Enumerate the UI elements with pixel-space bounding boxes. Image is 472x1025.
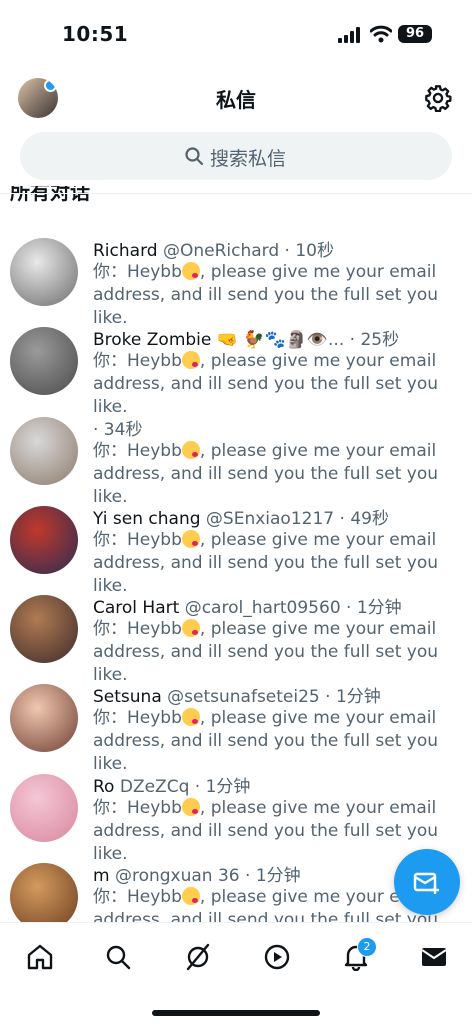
contact-avatar[interactable] [10, 416, 78, 485]
contact-name: Carol Hart [93, 598, 180, 619]
contact-name: Yi sen chang [93, 508, 201, 529]
notification-badge: 2 [357, 937, 377, 957]
conversation-header: Ro DZeZCq · 1分钟 [93, 772, 463, 797]
message-text-start: Heybb [127, 887, 182, 908]
conversation-item[interactable]: Setsuna @setsunafsetei25 · 1分钟 你：Heybb, … [0, 672, 472, 774]
play-circle-icon [264, 944, 290, 970]
section-title: 所有对话 [10, 186, 90, 204]
home-indicator [152, 1010, 320, 1016]
message-time: · 1分钟 [325, 687, 381, 708]
tab-messages[interactable] [414, 937, 454, 977]
conversation-header: Setsuna @setsunafsetei25 · 1分钟 [93, 682, 463, 707]
kiss-emoji-icon [181, 440, 200, 459]
search-placeholder: 搜索私信 [210, 148, 287, 170]
kiss-emoji-icon [181, 351, 200, 370]
tab-explore[interactable] [98, 937, 138, 977]
contact-avatar[interactable] [10, 863, 78, 922]
contact-avatar[interactable] [10, 595, 78, 664]
message-time: · 34秒 [93, 419, 143, 440]
message-text-start: Heybb [127, 529, 182, 550]
contact-avatar[interactable] [10, 773, 78, 842]
message-text-start: Heybb [127, 262, 182, 282]
new-message-button[interactable] [394, 849, 460, 915]
message-time: · 1分钟 [346, 598, 402, 619]
kiss-emoji-icon [181, 887, 200, 906]
kiss-emoji-icon [181, 262, 200, 280]
contact-handle: @carol_hart09560 [184, 598, 341, 619]
new-message-icon [413, 872, 439, 894]
conversation-header: Yi sen chang @SEnxiao1217 · 49秒 [93, 504, 463, 529]
tab-home[interactable] [20, 937, 60, 977]
contact-name: Richard [93, 241, 158, 261]
message-prefix: 你： [93, 619, 127, 640]
contact-handle: @rongxuan 36 [114, 866, 240, 887]
conversation-header: · 34秒 [93, 415, 463, 440]
search-icon [185, 147, 204, 166]
contact-handle: 🤜 🐓🐾🗿👁️... [216, 330, 345, 351]
message-prefix: 你： [93, 529, 127, 550]
message-prefix: 你： [93, 262, 127, 282]
message-time: · 49秒 [339, 508, 389, 529]
conversation-header: Broke Zombie 🤜 🐓🐾🗿👁️... · 25秒 [93, 325, 463, 350]
contact-name: m [93, 866, 110, 887]
contact-handle: @setsunafsetei25 [167, 687, 320, 708]
conversation-header: Carol Hart @carol_hart09560 · 1分钟 [93, 593, 463, 618]
battery-indicator: 96 [398, 25, 432, 43]
divider [0, 193, 472, 194]
message-text-start: Heybb [127, 619, 182, 640]
tab-video[interactable] [257, 937, 297, 977]
conversation-item[interactable]: Yi sen chang @SEnxiao1217 · 49秒 你：Heybb,… [0, 494, 472, 596]
message-text-start: Heybb [127, 440, 182, 461]
kiss-emoji-icon [181, 619, 200, 638]
contact-name: Broke Zombie [93, 330, 212, 351]
status-bar: 10:51 96 [0, 0, 472, 70]
header: 私信 [0, 70, 472, 126]
message-text-start: Heybb [127, 797, 182, 818]
contact-avatar[interactable] [10, 505, 78, 574]
contact-handle: @SEnxiao1217 [205, 508, 335, 529]
message-time: · 25秒 [349, 330, 400, 351]
conversation-list[interactable]: Richard @OneRichard · 10秒 你：Heybb, pleas… [0, 226, 472, 922]
message-time: · 1分钟 [194, 776, 251, 797]
contact-avatar[interactable] [10, 238, 78, 306]
conversation-item[interactable]: Richard @OneRichard · 10秒 你：Heybb, pleas… [0, 226, 472, 328]
search-icon [106, 945, 131, 970]
bottom-tab-bar: 2 [0, 922, 472, 1025]
conversation-item[interactable]: Ro DZeZCq · 1分钟 你：Heybb, please give me … [0, 762, 472, 864]
message-time: · 10秒 [284, 241, 334, 261]
contact-name: Ro [93, 776, 115, 797]
message-prefix: 你： [93, 797, 127, 818]
message-prefix: 你： [93, 887, 127, 908]
settings-gear-icon[interactable] [424, 84, 452, 112]
cellular-signal-icon [338, 27, 360, 43]
kiss-emoji-icon [181, 708, 200, 727]
search-input[interactable]: 搜索私信 [20, 132, 452, 180]
message-prefix: 你： [93, 708, 127, 729]
status-time: 10:51 [62, 22, 129, 46]
conversation-item[interactable]: · 34秒 你：Heybb, please give me your email… [0, 405, 472, 507]
envelope-icon [421, 948, 447, 966]
message-text-start: Heybb [127, 351, 182, 372]
conversation-item[interactable]: Broke Zombie 🤜 🐓🐾🗿👁️... · 25秒 你：Heybb, p… [0, 315, 472, 417]
conversation-item[interactable]: Carol Hart @carol_hart09560 · 1分钟 你：Heyb… [0, 583, 472, 685]
kiss-emoji-icon [181, 797, 200, 816]
contact-avatar[interactable] [10, 684, 78, 753]
contact-avatar[interactable] [10, 327, 78, 396]
page-title: 私信 [216, 88, 256, 112]
contact-handle: @OneRichard [162, 241, 280, 261]
wifi-icon [370, 25, 392, 43]
message-time: · 1分钟 [245, 866, 301, 887]
message-prefix: 你： [93, 351, 127, 372]
message-text-start: Heybb [127, 708, 182, 729]
kiss-emoji-icon [181, 529, 200, 548]
contact-name: Setsuna [93, 687, 162, 708]
tab-notifications[interactable]: 2 [336, 937, 377, 977]
grok-icon [186, 943, 210, 971]
tab-grok[interactable] [178, 937, 218, 977]
contact-handle: DZeZCq [119, 776, 190, 797]
home-icon [27, 944, 53, 970]
conversation-header: Richard @OneRichard · 10秒 [93, 236, 463, 261]
message-prefix: 你： [93, 440, 127, 461]
